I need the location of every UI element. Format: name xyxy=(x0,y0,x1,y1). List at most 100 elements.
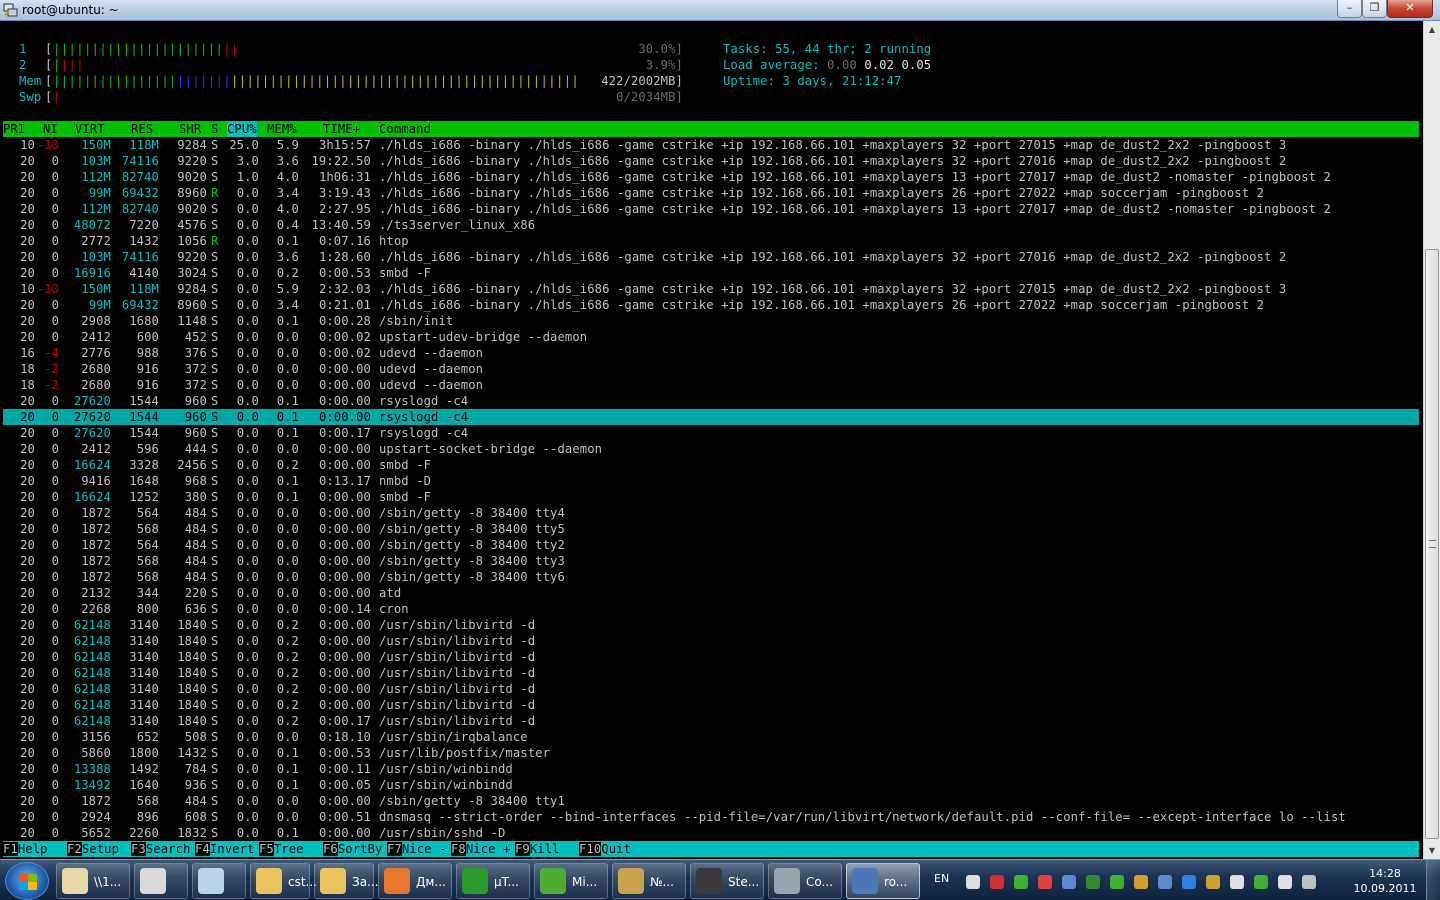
process-row[interactable]: 20 0 5652 2260 1832 S 0.0 0.1 0:00.00/usr/sbin/s… xyxy=(3,825,1419,841)
fkey-f1[interactable]: F1Help xyxy=(3,841,63,857)
taskbar-button[interactable]: Mi... xyxy=(534,863,608,899)
process-row[interactable]: 20 0 103M 74116 9220 S 3.0 3.6 19:22.50 ./hlds_i6… xyxy=(3,153,1419,169)
process-row[interactable]: 20 0 5860 1800 1432 S 0.0 0.1 0:00.53/usr/lib/po… xyxy=(3,745,1419,761)
process-row[interactable]: 20 0 1872 568 484 S 0.0 0.0 0:00.00/sbin/getty -… xyxy=(3,569,1419,585)
security-icon[interactable] xyxy=(1254,875,1268,889)
column-ni[interactable]: NI xyxy=(43,121,58,137)
process-row[interactable]: 20 0 13492 1640 936 S 0.0 0.1 0:00.05/usr/sbin/w… xyxy=(3,777,1419,793)
process-row[interactable]: 20 0 1872 564 484 S 0.0 0.0 0:00.00/sbin/getty -… xyxy=(3,505,1419,521)
process-row[interactable]: 20 0 99M 69432 8960 S 0.0 3.4 0:21.01 ./hlds_i686… xyxy=(3,297,1419,313)
process-row[interactable]: 20 0 27620 1544 960 S 0.0 0.1 0:00.17 rsyslogd -c… xyxy=(3,425,1419,441)
process-row[interactable]: 20 0 62148 3140 1840 S 0.0 0.2 0:00.17/usr/sbin/… xyxy=(3,713,1419,729)
taskbar-button[interactable]: №... xyxy=(612,863,686,899)
terminal-area[interactable]: 1 [ |||||||||||||||||||||||| 30.0%] 2 [ … xyxy=(3,21,1423,859)
column-state[interactable]: S xyxy=(211,121,218,137)
printer-icon[interactable] xyxy=(1206,875,1220,889)
fkey-f5[interactable]: F5Tree xyxy=(259,841,319,857)
column-res[interactable]: RES xyxy=(131,121,153,137)
process-row[interactable]: 20 0 62148 3140 1840 S 0.0 0.2 0:00.00/usr/sbin/… xyxy=(3,633,1419,649)
process-row[interactable]: 20 0 62148 3140 1840 S 0.0 0.2 0:00.00/usr/sbin/… xyxy=(3,681,1419,697)
process-row[interactable]: 20 0 99M 69432 8960 R 0.0 3.4 3:19.43 ./hlds_i686… xyxy=(3,185,1419,201)
process-row[interactable]: 20 0 1872 568 484 S 0.0 0.0 0:00.00/sbin/getty -… xyxy=(3,521,1419,537)
fkey-f8[interactable]: F8Nice + xyxy=(451,841,511,857)
show-desktop-button[interactable] xyxy=(1426,860,1440,900)
process-row[interactable]: 20 0 62148 3140 1840 S 0.0 0.2 0:00.00/usr/sbin/… xyxy=(3,665,1419,681)
info-icon[interactable] xyxy=(1182,875,1196,889)
updates-icon[interactable] xyxy=(1158,875,1172,889)
fkey-f7[interactable]: F7Nice - xyxy=(387,841,447,857)
column-shr[interactable]: SHR xyxy=(179,121,201,137)
process-row[interactable]: 20 0 16916 4140 3024 S 0.0 0.2 0:00.53 smbd -F xyxy=(3,265,1419,281)
clock[interactable]: 14:28 10.09.2011 xyxy=(1350,866,1420,896)
taskbar-button[interactable]: Дм... xyxy=(378,863,452,899)
process-row[interactable]: 20 0 16624 1252 380 S 0.0 0.1 0:00.00 smbd -F xyxy=(3,489,1419,505)
terminal-scrollbar[interactable]: ▲ ▼ xyxy=(1423,21,1440,859)
process-row[interactable]: 10 -10 150M 118M 9284 S 0.0 5.9 2:32.03 ./hlds_i6… xyxy=(3,281,1419,297)
process-row[interactable]: 20 0 1872 564 484 S 0.0 0.0 0:00.00/sbin/getty -… xyxy=(3,537,1419,553)
start-button[interactable] xyxy=(5,862,49,900)
scroll-down-arrow-icon[interactable]: ▼ xyxy=(1424,842,1440,859)
fkey-f10[interactable]: F10Quit xyxy=(579,841,632,857)
process-row[interactable]: 20 0 16624 3328 2456 S 0.0 0.2 0:00.00 smbd -F xyxy=(3,457,1419,473)
flag-icon[interactable] xyxy=(1230,875,1244,889)
process-row[interactable]: 18 -2 2680 916 372 S 0.0 0.0 0:00.00 udevd --daem… xyxy=(3,361,1419,377)
process-row[interactable]: 20 0 62148 3140 1840 S 0.0 0.2 0:00.00/usr/sbin/… xyxy=(3,697,1419,713)
volume-mixer-icon[interactable] xyxy=(1134,875,1148,889)
language-indicator[interactable]: EN xyxy=(934,872,949,885)
taskbar-button[interactable]: µT... xyxy=(456,863,530,899)
taskbar-button[interactable] xyxy=(134,863,188,899)
process-row[interactable]: 20 0 2908 1680 1148 S 0.0 0.1 0:00.28/sbin/init xyxy=(3,313,1419,329)
process-row[interactable]: 20 0 27620 1544 960 S 0.0 0.1 0:00.00 rsyslogd -c… xyxy=(3,393,1419,409)
column-pri[interactable]: PRI xyxy=(3,121,25,137)
process-row[interactable]: 20 0 2412 596 444 S 0.0 0.0 0:00.00 upstart-socke… xyxy=(3,441,1419,457)
process-row[interactable]: 20 0 48072 7220 4576 S 0.0 0.4 13:40.59 ./ts3serv… xyxy=(3,217,1419,233)
process-row[interactable]: 20 0 2924 896 608 S 0.0 0.0 0:00.51 dnsmasq --str… xyxy=(3,809,1419,825)
process-row[interactable]: 20 0 103M 74116 9220 S 0.0 3.6 1:28.60 ./hlds_i68… xyxy=(3,249,1419,265)
process-row[interactable]: 20 0 62148 3140 1840 S 0.0 0.2 0:00.00/usr/sbin/… xyxy=(3,649,1419,665)
scroll-up-arrow-icon[interactable]: ▲ xyxy=(1424,21,1440,38)
utorrent-icon[interactable] xyxy=(1086,875,1100,889)
taskbar-button[interactable]: \\1... xyxy=(56,863,130,899)
fkey-f3[interactable]: F3Search xyxy=(131,841,191,857)
process-row[interactable]: 10 -10 150M 118M 9284 S 25.0 5.9 3h15:57 ./hlds_i… xyxy=(3,137,1419,153)
close-button[interactable]: ✕ xyxy=(1387,0,1433,18)
process-row[interactable]: 20 0 2268 800 636 S 0.0 0.0 0:00.14 cron xyxy=(3,601,1419,617)
fkey-f6[interactable]: F6SortBy xyxy=(323,841,383,857)
scroll-thumb[interactable] xyxy=(1425,249,1439,839)
process-row[interactable]: 20 0 62148 3140 1840 S 0.0 0.2 0:00.00/usr/sbin/… xyxy=(3,617,1419,633)
process-row[interactable]: 20 0 2132 344 220 S 0.0 0.0 0:00.00 atd xyxy=(3,585,1419,601)
network-icon[interactable] xyxy=(1302,875,1316,889)
taskbar-button[interactable]: Co... xyxy=(768,863,842,899)
fkey-f2[interactable]: F2Setup xyxy=(67,841,127,857)
process-row[interactable]: 20 0 3156 652 508 S 0.0 0.0 0:18.10/usr/sbin/irq… xyxy=(3,729,1419,745)
column-virt[interactable]: VIRT xyxy=(75,121,105,137)
taskbar-button[interactable]: Ste... xyxy=(690,863,764,899)
minimize-button[interactable]: – xyxy=(1337,0,1362,18)
network-icon[interactable] xyxy=(1062,875,1076,889)
column-command[interactable]: Command xyxy=(379,121,431,137)
process-row[interactable]: 20 0 13388 1492 784 S 0.0 0.1 0:00.11/usr/sbin/w… xyxy=(3,761,1419,777)
process-row[interactable]: 20 0 9416 1648 968 S 0.0 0.1 0:13.17 nmbd -D xyxy=(3,473,1419,489)
column-time[interactable]: TIME+ xyxy=(323,121,360,137)
media-icon[interactable] xyxy=(1038,875,1052,889)
process-row[interactable]: 20 0 2412 600 452 S 0.0 0.0 0:00.02 upstart-udev-… xyxy=(3,329,1419,345)
volume-icon[interactable] xyxy=(1278,875,1292,889)
qip-icon[interactable] xyxy=(990,875,1004,889)
fkey-f9[interactable]: F9Kill xyxy=(515,841,575,857)
taskbar-button[interactable]: За... xyxy=(314,863,379,899)
maximize-button[interactable]: ❐ xyxy=(1362,0,1387,18)
miranda-icon[interactable] xyxy=(1110,875,1124,889)
column-cpu[interactable]: CPU% xyxy=(227,121,257,137)
process-row[interactable]: 16 -4 2776 988 376 S 0.0 0.0 0:00.02 udevd --daem… xyxy=(3,345,1419,361)
taskbar-button[interactable]: cst... xyxy=(250,863,317,899)
process-row[interactable]: 20 0 1872 568 484 S 0.0 0.0 0:00.00/sbin/getty -… xyxy=(3,553,1419,569)
process-row[interactable]: 20 0 112M 82740 9020 S 1.0 4.0 1h06:31 ./hlds_i68… xyxy=(3,169,1419,185)
process-row[interactable]: 20 0 2772 1432 1056 R 0.0 0.1 0:07.16 htop xyxy=(3,233,1419,249)
process-row[interactable]: 18 -2 2680 916 372 S 0.0 0.0 0:00.00 udevd --daem… xyxy=(3,377,1419,393)
process-row-selected[interactable]: 20 0 27620 1544 960 S 0.0 0.1 0:00.00 rsyslogd -c… xyxy=(3,409,1419,425)
fkey-f4[interactable]: F4Invert xyxy=(195,841,255,857)
process-row[interactable]: 20 0 112M 82740 9020 S 0.0 4.0 2:27.95 ./hlds_i68… xyxy=(3,201,1419,217)
taskbar-button[interactable]: ro... xyxy=(846,863,920,899)
process-row[interactable]: 20 0 1872 568 484 S 0.0 0.0 0:00.00/sbin/getty -… xyxy=(3,793,1419,809)
steam-icon[interactable] xyxy=(966,875,980,889)
